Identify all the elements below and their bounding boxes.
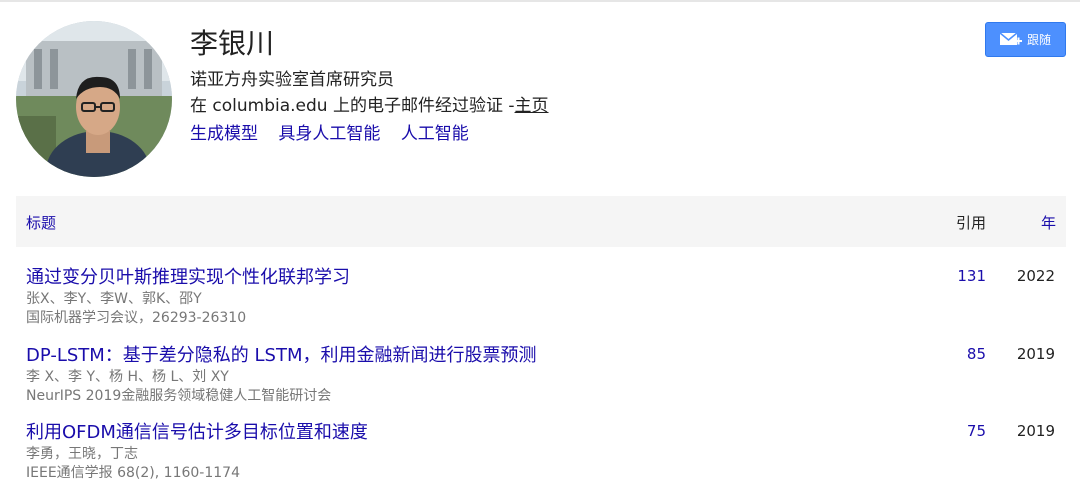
cited-by-link[interactable]: 131 bbox=[957, 267, 986, 285]
research-interests: 生成模型 具身人工智能 人工智能 bbox=[190, 119, 484, 144]
paper-authors: 张X、李Y、李W、郭K、邵Y bbox=[26, 291, 202, 307]
follow-button[interactable]: 跟随 bbox=[985, 22, 1066, 57]
interest-link[interactable]: 具身人工智能 bbox=[278, 124, 380, 144]
header-year[interactable]: 年 bbox=[1041, 212, 1056, 233]
top-divider bbox=[0, 0, 1080, 2]
paper-authors: 李 X、李 Y、杨 H、杨 L、刘 XY bbox=[26, 369, 229, 385]
interest-link[interactable]: 生成模型 bbox=[190, 124, 258, 144]
follow-label: 跟随 bbox=[1026, 33, 1051, 47]
homepage-link[interactable]: 主页 bbox=[515, 96, 549, 116]
header-cited[interactable]: 引用 bbox=[956, 212, 986, 233]
paper-venue: IEEE通信学报 68(2), 1160-1174 bbox=[26, 465, 240, 481]
paper-year: 2019 bbox=[1016, 422, 1055, 440]
paper-title-link[interactable]: DP-LSTM：基于差分隐私的 LSTM，利用金融新闻进行股票预测 bbox=[26, 341, 537, 367]
avatar[interactable] bbox=[16, 21, 172, 177]
paper-year: 2019 bbox=[1016, 345, 1055, 363]
email-verified-text: 在 columbia.edu 上的电子邮件经过验证 - bbox=[190, 96, 515, 116]
paper-title-link[interactable]: 通过变分贝叶斯推理实现个性化联邦学习 bbox=[26, 263, 350, 289]
header-title[interactable]: 标题 bbox=[26, 212, 56, 233]
mail-plus-icon bbox=[999, 31, 1022, 45]
cited-by-link[interactable]: 75 bbox=[967, 422, 986, 440]
interest-link[interactable]: 人工智能 bbox=[401, 124, 469, 144]
profile-affiliation: 诺亚方舟实验室首席研究员 bbox=[190, 70, 394, 90]
paper-venue: 国际机器学习会议，26293-26310 bbox=[26, 310, 247, 326]
profile-photo bbox=[16, 21, 172, 177]
paper-year: 2022 bbox=[1016, 267, 1055, 285]
table-header: 标题 引用 年 bbox=[16, 196, 1066, 247]
paper-authors: 李勇，王晓，丁志 bbox=[26, 446, 138, 462]
paper-venue: NeurIPS 2019金融服务领域稳健人工智能研讨会 bbox=[26, 388, 332, 404]
profile-name: 李银川 bbox=[190, 27, 275, 60]
cited-by-link[interactable]: 85 bbox=[967, 345, 986, 363]
profile-email: 在 columbia.edu 上的电子邮件经过验证 -主页 bbox=[190, 91, 549, 116]
paper-title-link[interactable]: 利用OFDM通信信号估计多目标位置和速度 bbox=[26, 418, 368, 444]
